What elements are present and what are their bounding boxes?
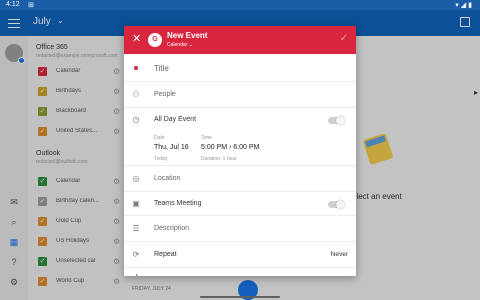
teams-toggle[interactable]: [328, 200, 345, 209]
repeat-row[interactable]: ⟳ Repeat Never: [124, 242, 356, 268]
date-time-row: Date Thu, Jul 16 Today Time 5:00 PM › 6:…: [124, 132, 356, 166]
location-field[interactable]: Location: [154, 175, 180, 182]
all-day-label: All Day Event: [154, 116, 197, 123]
duration-sub: Duration: 1 hour: [201, 156, 237, 162]
date-value[interactable]: Thu, Jul 16: [154, 144, 189, 151]
status-bar: 4:12 ⊞ ▾◢▮: [0, 0, 480, 10]
time-value[interactable]: 5:00 PM › 6:00 PM: [201, 144, 259, 151]
clock-icon: ◷: [132, 115, 140, 124]
people-row[interactable]: ⚇ People: [124, 82, 356, 108]
description-row[interactable]: ☰ Description: [124, 216, 356, 242]
description-icon: ☰: [132, 224, 140, 233]
calendar-selector[interactable]: Calendar ⌄: [167, 42, 193, 48]
new-event-dialog: ✕ G New Event Calendar ⌄ ✓ Title ⚇ Peopl…: [124, 26, 356, 276]
teams-row[interactable]: ▣ Teams Meeting: [124, 192, 356, 216]
teams-icon: ▣: [132, 199, 140, 208]
repeat-value[interactable]: Never: [331, 251, 348, 258]
location-icon: ◎: [132, 174, 140, 183]
title-row[interactable]: Title: [124, 54, 356, 82]
date-label: Date: [154, 135, 165, 141]
notification-icon: ⊞: [28, 2, 34, 9]
calendar-badge: G: [148, 33, 162, 47]
time-label: Time: [201, 135, 212, 141]
dialog-title: New Event: [167, 31, 208, 40]
description-field[interactable]: Description: [154, 225, 189, 232]
calendar-color-dot: [134, 66, 138, 70]
alert-icon: ◔: [133, 271, 139, 276]
location-row[interactable]: ◎ Location: [124, 166, 356, 192]
all-day-toggle[interactable]: [328, 116, 345, 125]
save-check-icon[interactable]: ✓: [340, 33, 348, 44]
teams-label: Teams Meeting: [154, 200, 202, 207]
people-icon: ⚇: [132, 90, 140, 99]
next-row-partial: ◔: [124, 268, 356, 276]
people-field[interactable]: People: [154, 91, 176, 98]
clock: 4:12: [6, 1, 20, 8]
title-input[interactable]: Title: [154, 64, 169, 73]
system-icons: ▾◢▮: [455, 2, 474, 9]
repeat-icon: ⟳: [132, 250, 140, 259]
date-sub: Today: [154, 156, 168, 162]
close-icon[interactable]: ✕: [132, 34, 141, 45]
repeat-label: Repeat: [154, 251, 177, 258]
dialog-header: ✕ G New Event Calendar ⌄ ✓: [124, 26, 356, 54]
all-day-row[interactable]: ◷ All Day Event: [124, 108, 356, 132]
